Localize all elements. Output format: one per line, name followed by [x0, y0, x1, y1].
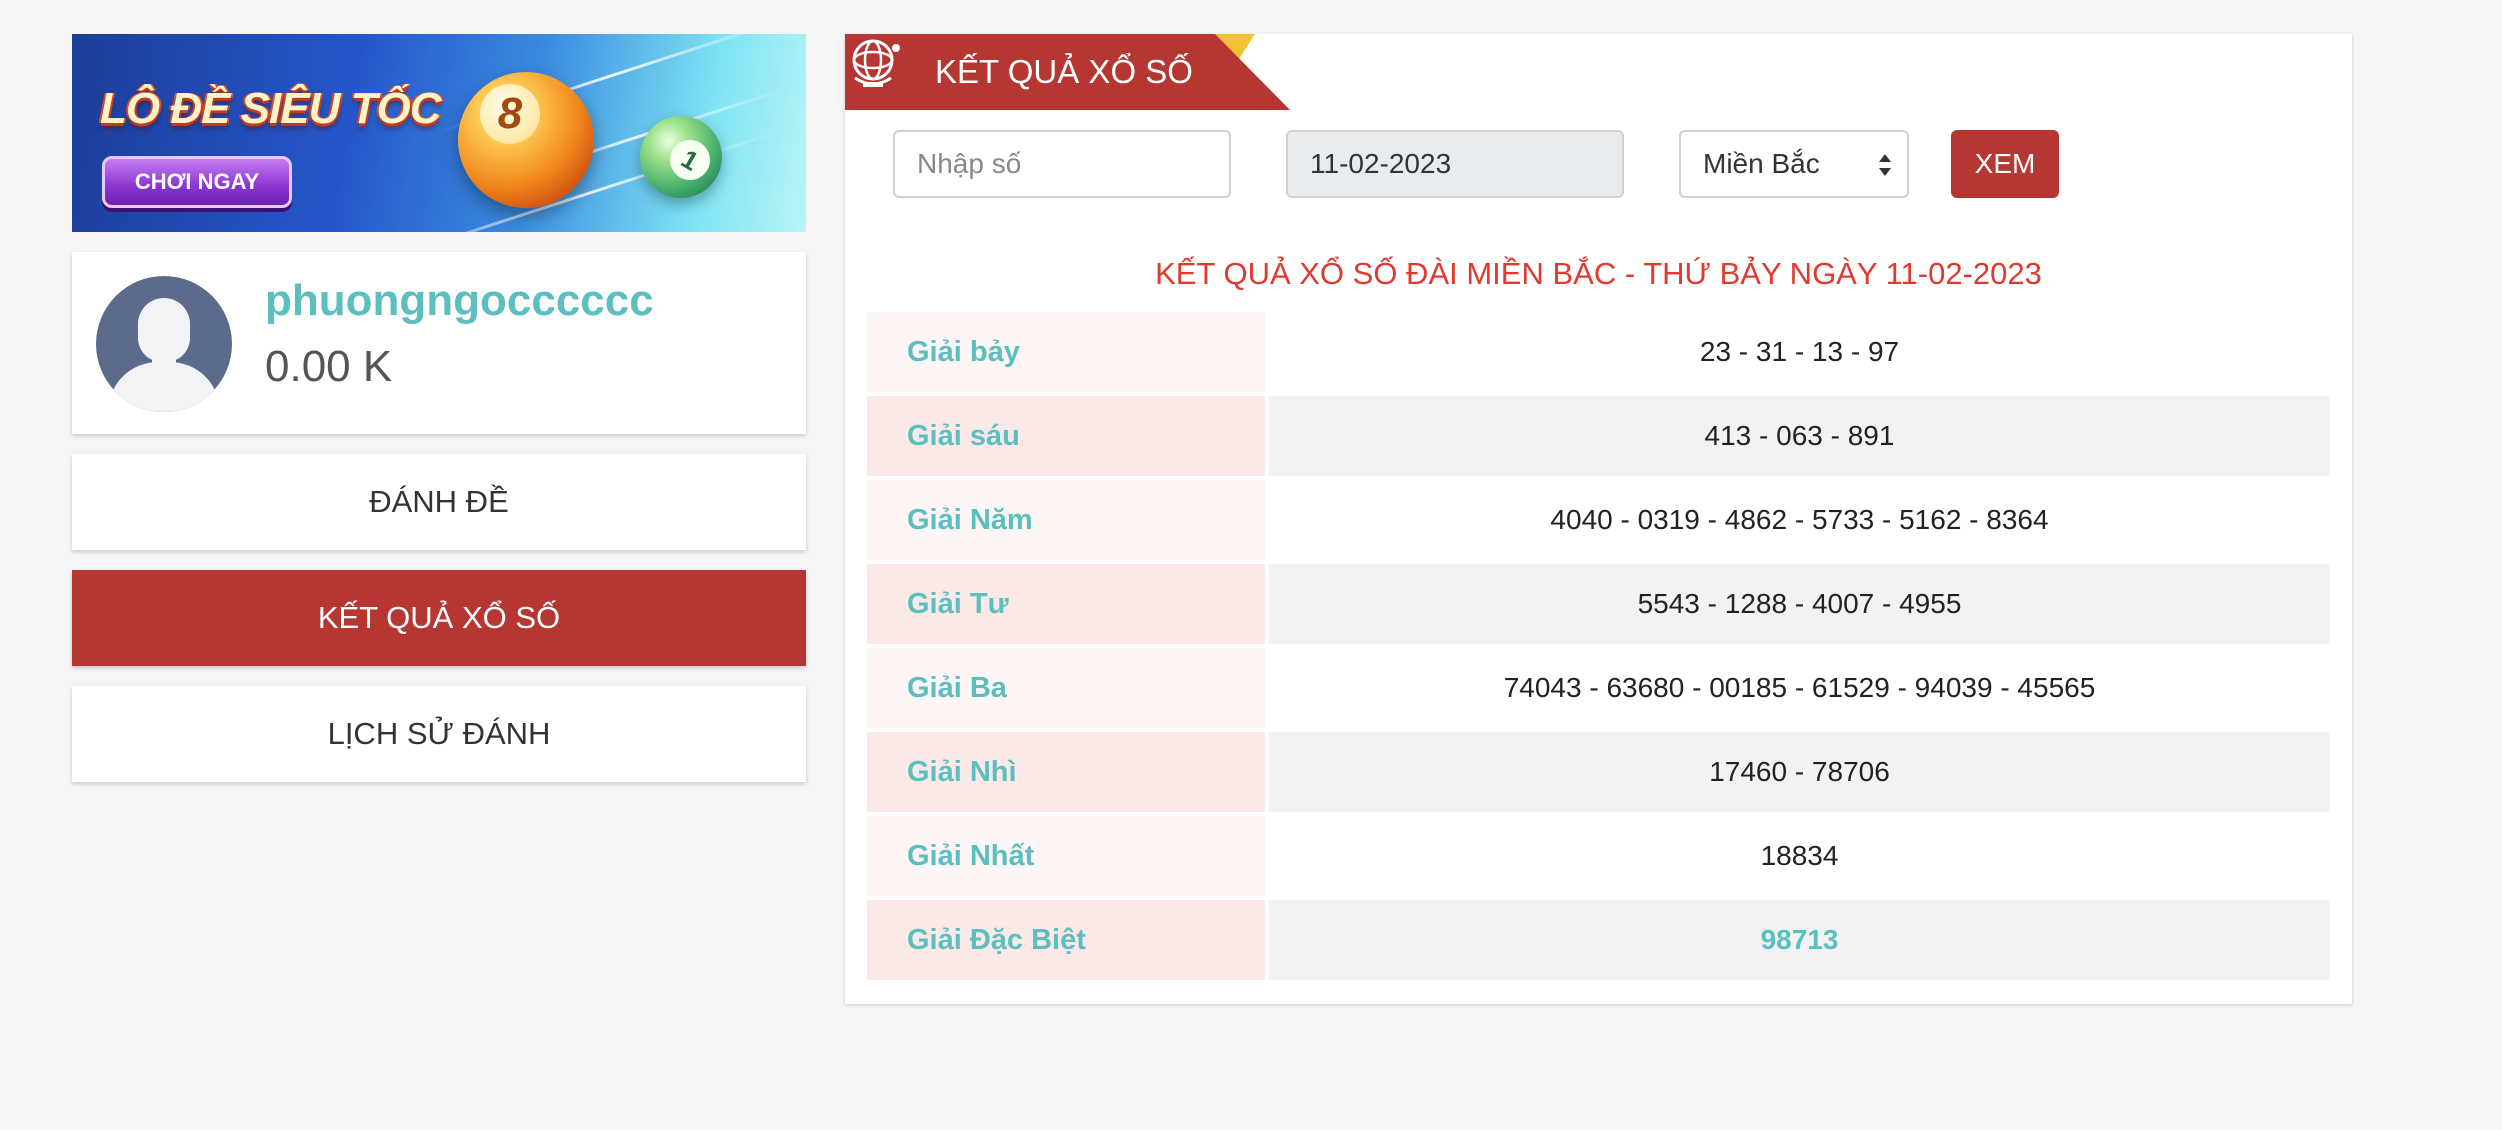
number-input[interactable]: Nhập số	[893, 130, 1231, 198]
lottery-ball-icon: 1	[640, 116, 722, 198]
profile-card: phuongngocccccc 0.00 K	[72, 252, 806, 434]
special-prize-value: 98713	[1269, 900, 2330, 980]
search-form: Nhập số 11-02-2023 Miền Bắc XEM	[845, 130, 2352, 200]
prize-label: Giải sáu	[867, 396, 1265, 476]
table-row: Giải Ba 74043 - 63680 - 00185 - 61529 - …	[867, 648, 2330, 732]
results-table: Giải bảy 23 - 31 - 13 - 97 Giải sáu 413 …	[867, 312, 2330, 984]
avatar-body	[108, 362, 220, 412]
prize-value: 23 - 31 - 13 - 97	[1269, 312, 2330, 392]
prize-label: Giải Tư	[867, 564, 1265, 644]
region-select[interactable]: Miền Bắc	[1679, 130, 1909, 198]
prize-value: 413 - 063 - 891	[1269, 396, 2330, 476]
prize-value: 5543 - 1288 - 4007 - 4955	[1269, 564, 2330, 644]
results-panel: KẾT QUẢ XỔ SỐ Nhập số 11-02-2023 Miền Bắ…	[845, 34, 2352, 1004]
prize-label: Giải Ba	[867, 648, 1265, 728]
banner-title: LÔ ĐỀ SIÊU TỐC	[100, 84, 441, 133]
table-row: Giải Nhì 17460 - 78706	[867, 732, 2330, 816]
prize-label: Giải Đặc Biệt	[867, 900, 1265, 980]
prize-label: Giải Năm	[867, 480, 1265, 560]
panel-header: KẾT QUẢ XỔ SỐ	[845, 34, 1290, 110]
prize-label: Giải Nhất	[867, 816, 1265, 896]
menu-item-lich-su-danh[interactable]: LỊCH SỬ ĐÁNH	[72, 686, 806, 782]
table-row: Giải sáu 413 - 063 - 891	[867, 396, 2330, 480]
prize-value: 18834	[1269, 816, 2330, 896]
result-heading: KẾT QUẢ XỔ SỐ ĐÀI MIỀN BẮC - THỨ BẢY NGÀ…	[1155, 256, 2042, 291]
sidebar: LÔ ĐỀ SIÊU TỐC CHƠI NGAY 8 1 phuongngocc…	[72, 34, 806, 782]
region-select-value: Miền Bắc	[1703, 148, 1820, 179]
lottery-globe-icon	[852, 39, 900, 87]
ball-number-small: 1	[662, 132, 718, 188]
table-row: Giải Năm 4040 - 0319 - 4862 - 5733 - 516…	[867, 480, 2330, 564]
panel-title: KẾT QUẢ XỔ SỐ	[935, 53, 1193, 90]
prize-label: Giải bảy	[867, 312, 1265, 392]
play-now-button[interactable]: CHƠI NGAY	[102, 156, 292, 208]
promo-banner[interactable]: LÔ ĐỀ SIÊU TỐC CHƠI NGAY 8 1	[72, 34, 806, 232]
prize-label: Giải Nhì	[867, 732, 1265, 812]
menu-item-ket-qua-xo-so[interactable]: KẾT QUẢ XỔ SỐ	[72, 570, 806, 666]
username: phuongngocccccc	[265, 276, 654, 325]
date-input[interactable]: 11-02-2023	[1286, 130, 1624, 198]
prize-value: 17460 - 78706	[1269, 732, 2330, 812]
menu-item-danh-de[interactable]: ĐÁNH ĐỀ	[72, 454, 806, 550]
select-arrows-icon	[1879, 154, 1891, 176]
lottery-ball-icon: 8	[458, 72, 594, 208]
prize-value: 4040 - 0319 - 4862 - 5733 - 5162 - 8364	[1269, 480, 2330, 560]
ball-number: 8	[480, 84, 540, 144]
table-row-special-prize: Giải Đặc Biệt 98713	[867, 900, 2330, 984]
prize-value: 74043 - 63680 - 00185 - 61529 - 94039 - …	[1269, 648, 2330, 728]
avatar	[96, 276, 232, 412]
view-button[interactable]: XEM	[1951, 130, 2059, 198]
balance: 0.00 K	[265, 342, 393, 391]
table-row: Giải Nhất 18834	[867, 816, 2330, 900]
table-row: Giải Tư 5543 - 1288 - 4007 - 4955	[867, 564, 2330, 648]
table-row: Giải bảy 23 - 31 - 13 - 97	[867, 312, 2330, 396]
